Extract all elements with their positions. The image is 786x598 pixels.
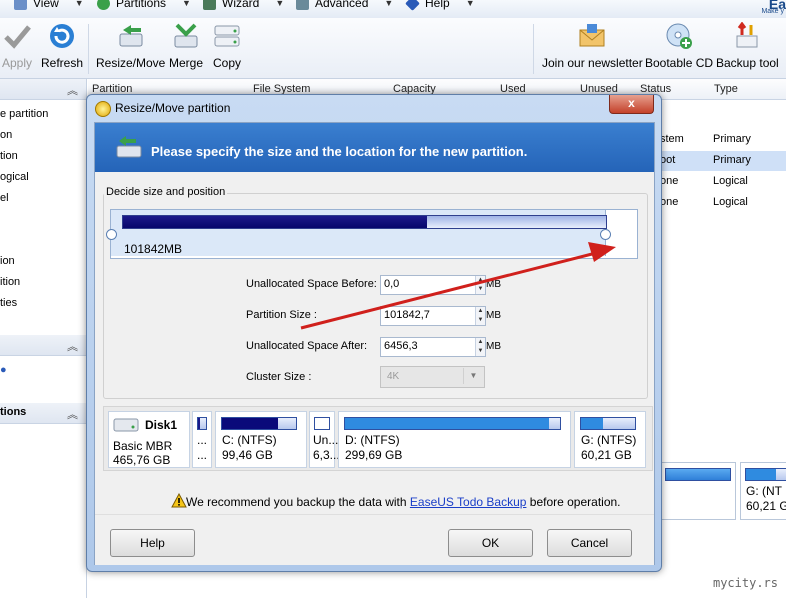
- annotation-arrow-head: [588, 242, 616, 262]
- watermark: mycity.rs: [712, 576, 778, 590]
- annotation-arrow-line: [300, 252, 593, 330]
- annotation-arrow: [300, 242, 616, 330]
